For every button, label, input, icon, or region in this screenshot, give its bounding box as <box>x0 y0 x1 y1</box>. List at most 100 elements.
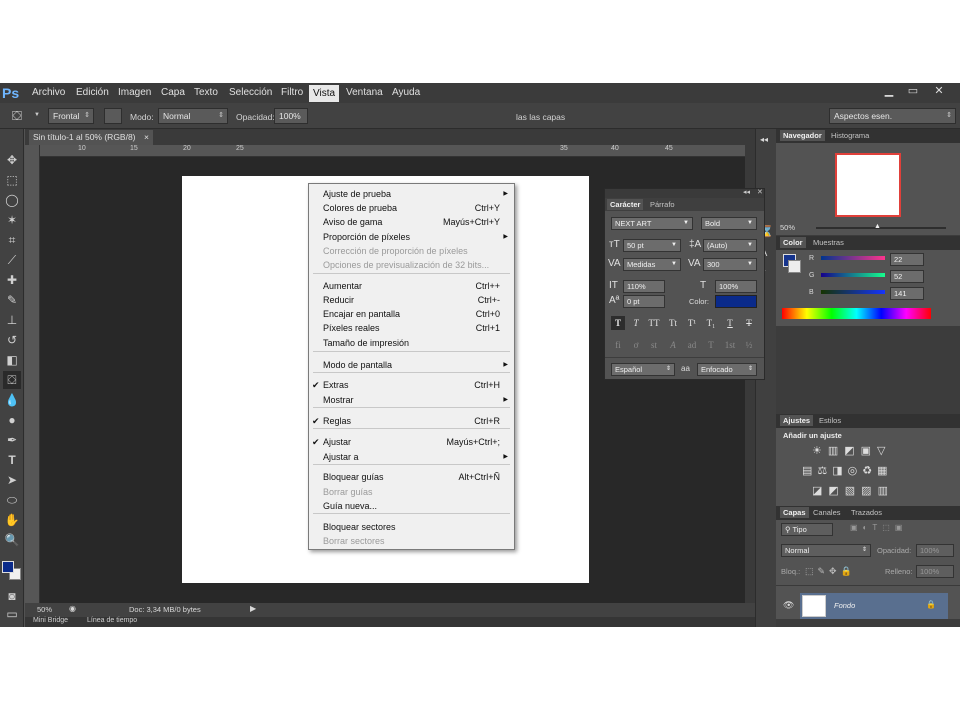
magic-wand-tool-icon[interactable]: ✶ <box>3 211 21 229</box>
menu-ayuda[interactable]: Ayuda <box>392 87 420 98</box>
tab-trazados[interactable]: Trazados <box>848 507 885 518</box>
all-layers-label[interactable]: las las capas <box>516 112 565 122</box>
menu-ventana[interactable]: Ventana <box>346 87 383 98</box>
g-slider[interactable] <box>821 273 885 277</box>
document-info[interactable]: Doc: 3,34 MB/0 bytes <box>129 605 201 614</box>
ornaments-button[interactable]: T <box>704 338 718 352</box>
menu-item-aviso-de-gama[interactable]: Aviso de gama Mayús+Ctrl+Y <box>309 215 514 229</box>
b-field[interactable]: 141 <box>890 287 924 300</box>
antialias-dropdown[interactable]: Enfocado ⇕ <box>697 363 757 376</box>
g-field[interactable]: 52 <box>890 270 924 283</box>
path-selection-tool-icon[interactable]: ➤ <box>3 471 21 489</box>
play-arrow-icon[interactable]: ▶ <box>250 604 256 613</box>
menu-item-encajar-en-pantalla[interactable]: Encajar en pantalla Ctrl+0 <box>309 307 514 321</box>
move-tool-icon[interactable]: ✥ <box>3 151 21 169</box>
menu-item-bloquear-guias[interactable]: Bloquear guías Alt+Ctrl+Ñ <box>309 470 514 484</box>
menu-item-ajuste-de-prueba[interactable]: Ajuste de prueba ▶ <box>309 187 514 201</box>
screen-mode-icon[interactable]: ▭ <box>3 605 21 623</box>
menu-item-guia-nueva[interactable]: Guía nueva... <box>309 499 514 513</box>
crop-tool-icon[interactable]: ⌗ <box>3 231 21 249</box>
color-spectrum-bar[interactable] <box>782 308 931 319</box>
strikethrough-button[interactable]: T <box>742 316 756 330</box>
close-button[interactable]: ✕ <box>928 84 950 99</box>
document-tab[interactable]: Sin título-1 al 50% (RGB/8) × <box>29 130 153 145</box>
tab-parrafo[interactable]: Párrafo <box>647 199 678 210</box>
paint-bucket-tool-icon[interactable]: ⛋ <box>3 371 21 389</box>
tab-estilos[interactable]: Estilos <box>816 415 844 426</box>
eye-icon[interactable]: 👁 <box>783 600 794 611</box>
navigator-zoom-slider[interactable] <box>816 227 946 229</box>
menu-item-reglas[interactable]: ✔ Reglas Ctrl+R <box>309 414 514 428</box>
history-brush-tool-icon[interactable]: ↺ <box>3 331 21 349</box>
character-panel-titlebar[interactable]: ◂◂ ✕ <box>605 189 764 198</box>
tab-capas[interactable]: Capas <box>780 507 809 518</box>
tab-navegador[interactable]: Navegador <box>780 130 825 141</box>
tab-muestras[interactable]: Muestras <box>810 237 847 248</box>
small-caps-button[interactable]: Tt <box>666 316 680 330</box>
r-field[interactable]: 22 <box>890 253 924 266</box>
fill-source-dropdown[interactable]: Frontal ⇕ <box>48 108 94 124</box>
ligatures-button[interactable]: fi <box>611 338 625 352</box>
font-size-field[interactable]: 50 pt ▼ <box>623 239 681 252</box>
kerning-dropdown[interactable]: Medidas ▼ <box>623 258 681 271</box>
titling-alternates-button[interactable]: ad <box>685 338 699 352</box>
leading-field[interactable]: (Auto) ▼ <box>703 239 757 252</box>
shape-tool-icon[interactable]: ⬭ <box>3 491 21 509</box>
marquee-tool-icon[interactable]: ⬚ <box>3 171 21 189</box>
discretionary-ligatures-button[interactable]: ơ <box>629 338 643 352</box>
adjustment-icons-row-1[interactable]: ☀▥◩▣▽ <box>812 444 892 457</box>
brush-tool-icon[interactable]: ✎ <box>3 291 21 309</box>
r-slider[interactable] <box>821 256 885 260</box>
eyedropper-tool-icon[interactable]: ⟋ <box>3 251 21 269</box>
collapse-icon[interactable]: ◂◂ <box>760 135 768 144</box>
lock-icons[interactable]: ⬚✎✥🔒 <box>805 566 856 577</box>
foreground-color-swatch-top[interactable] <box>2 561 14 573</box>
restore-button[interactable]: ▭ <box>902 84 924 99</box>
type-tool-icon[interactable]: T <box>3 451 21 469</box>
horizontal-ruler[interactable]: 10 15 20 25 35 40 45 <box>40 145 745 157</box>
font-style-dropdown[interactable]: Bold ▼ <box>701 217 757 230</box>
adjustment-icons-row-2[interactable]: ▤⚖◨◎♻▦ <box>802 464 893 477</box>
menu-item-reducir[interactable]: Reducir Ctrl+- <box>309 293 514 307</box>
paint-bucket-icon[interactable]: ⛋ <box>12 108 22 124</box>
mode-dropdown[interactable]: Normal ⇕ <box>158 108 228 124</box>
tab-histograma[interactable]: Histograma <box>828 130 872 141</box>
adjustment-icons-row-3[interactable]: ◪◩▧▨▥ <box>812 484 894 497</box>
healing-brush-tool-icon[interactable]: ✚ <box>3 271 21 289</box>
menu-item-bloquear-sectores[interactable]: Bloquear sectores <box>309 520 514 534</box>
close-tab-icon[interactable]: × <box>144 130 149 144</box>
layer-filter-dropdown[interactable]: ⚲ Tipo <box>781 523 833 536</box>
pen-tool-icon[interactable]: ✒ <box>3 431 21 449</box>
tab-mini-bridge[interactable]: Mini Bridge <box>33 617 68 624</box>
minimize-button[interactable]: ▁ <box>878 84 900 99</box>
pattern-picker[interactable] <box>104 108 122 124</box>
underline-button[interactable]: T <box>723 316 737 330</box>
tracking-dropdown[interactable]: 300 ▼ <box>703 258 757 271</box>
vertical-scale-field[interactable]: 110% <box>623 280 665 293</box>
menu-item-ajustar-a[interactable]: Ajustar a ▶ <box>309 450 514 464</box>
opacity-field[interactable]: 100% <box>274 108 308 124</box>
menu-item-tamano-de-impresion[interactable]: Tamaño de impresión <box>309 336 514 350</box>
language-dropdown[interactable]: Español ⇕ <box>611 363 675 376</box>
slider-thumb-icon[interactable]: ▲ <box>874 223 881 230</box>
vertical-ruler[interactable] <box>25 145 40 603</box>
hand-tool-icon[interactable]: ✋ <box>3 511 21 529</box>
eraser-tool-icon[interactable]: ◧ <box>3 351 21 369</box>
menu-item-modo-de-pantalla[interactable]: Modo de pantalla ▶ <box>309 358 514 372</box>
info-icon[interactable]: ◉ <box>69 604 76 613</box>
menu-capa[interactable]: Capa <box>161 87 185 98</box>
tool-preset-arrow-icon[interactable]: ▼ <box>34 112 40 118</box>
dodge-tool-icon[interactable]: ● <box>3 411 21 429</box>
clone-stamp-tool-icon[interactable]: ⊥ <box>3 311 21 329</box>
stylistic-alternates-button[interactable]: st <box>647 338 661 352</box>
menu-vista[interactable]: Vista <box>309 85 340 102</box>
faux-italic-button[interactable]: T <box>629 316 643 330</box>
tab-timeline[interactable]: Línea de tiempo <box>87 617 137 624</box>
menu-item-extras[interactable]: ✔ Extras Ctrl+H <box>309 378 514 392</box>
zoom-level[interactable]: 50% <box>37 605 52 614</box>
menu-filtro[interactable]: Filtro <box>281 87 303 98</box>
layer-row[interactable]: Fondo 🔒 <box>800 593 948 619</box>
menu-imagen[interactable]: Imagen <box>118 87 151 98</box>
navigator-zoom[interactable]: 50% <box>780 223 795 232</box>
tab-canales[interactable]: Canales <box>810 507 844 518</box>
